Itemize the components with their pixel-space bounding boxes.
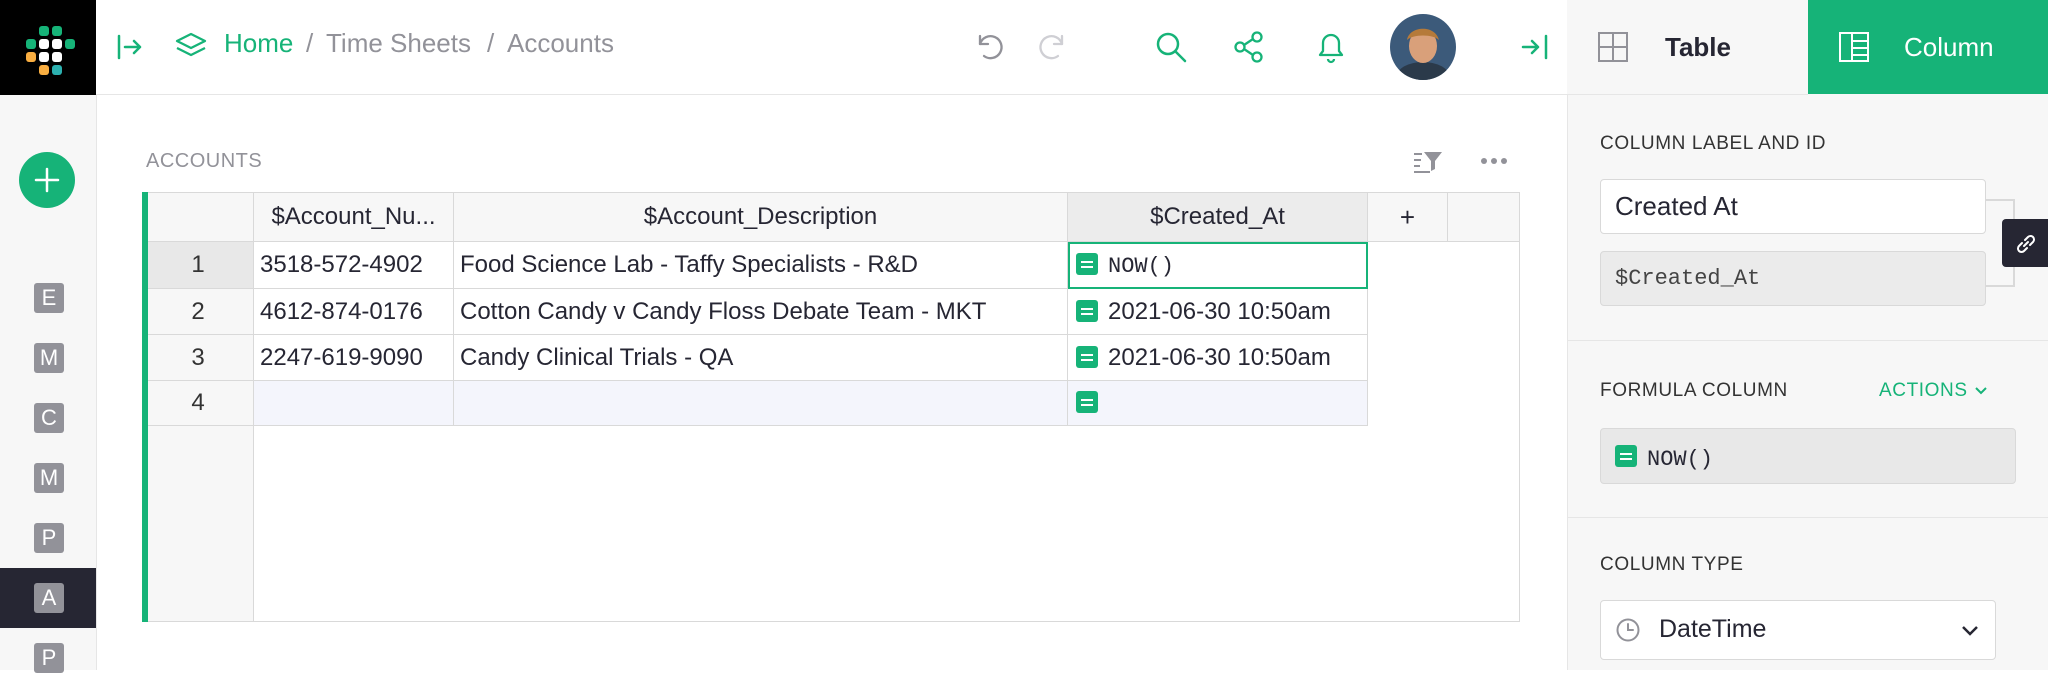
cell-new-created-at[interactable]	[1068, 381, 1368, 426]
formula-icon	[1076, 252, 1098, 275]
cell-new-account-number[interactable]	[254, 381, 454, 426]
formula-field-text: NOW()	[1647, 447, 1714, 472]
cell-new-account-description[interactable]	[454, 381, 1068, 426]
breadcrumb-separator-2: /	[487, 28, 495, 58]
column-type-section-title: COLUMN TYPE	[1600, 554, 1744, 575]
page-icon-p[interactable]: P	[34, 523, 64, 553]
table-icon	[1598, 32, 1628, 62]
actions-menu-button[interactable]: ACTIONS	[1879, 380, 1988, 402]
formula-icon	[1076, 345, 1098, 368]
row-number-new[interactable]: 4	[143, 381, 254, 426]
formula-icon	[1615, 445, 1637, 468]
column-icon	[1839, 32, 1869, 62]
cell-account-description[interactable]: Cotton Candy v Candy Floss Debate Team -…	[454, 289, 1068, 335]
header-filler	[1448, 193, 1519, 242]
column-header-account-number[interactable]: $Account_Nu...	[254, 193, 454, 242]
chevron-down-icon	[1962, 626, 1978, 636]
formula-column-section-title: FORMULA COLUMN	[1600, 380, 1788, 401]
section-title[interactable]: ACCOUNTS	[146, 150, 262, 173]
tab-column-label: Column	[1904, 32, 1994, 62]
plus-icon	[34, 167, 60, 193]
breadcrumb-separator: /	[306, 28, 314, 58]
panel-divider	[1567, 340, 2048, 341]
cell-account-number[interactable]: 3518-572-4902	[254, 242, 454, 289]
breadcrumb-page[interactable]: Accounts	[507, 28, 614, 59]
page-icon-e[interactable]: E	[34, 283, 64, 313]
add-new-button[interactable]	[19, 152, 75, 208]
notifications-bell-icon[interactable]	[1314, 29, 1348, 65]
breadcrumb-document[interactable]: Time Sheets	[326, 28, 471, 59]
cell-account-description[interactable]: Candy Clinical Trials - QA	[454, 335, 1068, 381]
tab-table-label: Table	[1665, 32, 1731, 62]
column-header-created-at[interactable]: $Created_At	[1068, 193, 1368, 242]
page-icon-m2[interactable]: M	[34, 463, 64, 493]
expand-left-panel-icon[interactable]	[116, 33, 144, 61]
row-number[interactable]: 2	[143, 289, 254, 335]
cell-created-at-editor[interactable]: NOW()	[1068, 242, 1368, 289]
column-label-input[interactable]: Created At	[1600, 179, 1986, 234]
cell-account-number[interactable]: 2247-619-9090	[254, 335, 454, 381]
row-number-header[interactable]	[143, 193, 254, 242]
cell-created-at-value: 2021-06-30 10:50am	[1108, 298, 1331, 325]
row-number-filler	[143, 426, 254, 621]
row-number[interactable]: 1	[143, 242, 254, 289]
redo-icon[interactable]	[1036, 30, 1070, 64]
search-icon[interactable]	[1154, 30, 1188, 64]
column-type-select[interactable]: DateTime	[1600, 600, 1996, 660]
page-icon-c[interactable]: C	[34, 403, 64, 433]
column-type-value: DateTime	[1659, 615, 1767, 643]
grist-logo-icon	[26, 26, 75, 75]
data-grid: $Account_Nu... $Account_Description $Cre…	[142, 192, 1520, 622]
active-section-indicator	[142, 192, 148, 622]
page-icon-p2[interactable]: P	[34, 643, 64, 673]
more-options-icon[interactable]	[1480, 156, 1508, 166]
panel-divider-2	[1567, 517, 2048, 518]
actions-label: ACTIONS	[1879, 380, 1968, 401]
app-logo[interactable]	[0, 0, 96, 95]
column-label-section-title: COLUMN LABEL AND ID	[1600, 133, 1827, 154]
formula-editor-text[interactable]: NOW()	[1108, 254, 1174, 279]
formula-field[interactable]: NOW()	[1600, 428, 2016, 484]
add-column-button[interactable]: +	[1368, 193, 1448, 242]
home-workspace-icon	[175, 32, 207, 57]
cell-account-description[interactable]: Food Science Lab - Taffy Specialists - R…	[454, 242, 1068, 289]
link-label-id-button[interactable]	[2002, 219, 2048, 267]
page-icon-m[interactable]: M	[34, 343, 64, 373]
collapse-right-panel-icon[interactable]	[1520, 33, 1550, 61]
row-number[interactable]: 3	[143, 335, 254, 381]
user-avatar[interactable]	[1390, 14, 1456, 80]
formula-icon	[1076, 299, 1098, 322]
undo-icon[interactable]	[972, 30, 1006, 64]
tab-table[interactable]: Table	[1567, 0, 1808, 95]
page-icon-accounts[interactable]: A	[34, 583, 64, 613]
formula-icon	[1076, 390, 1098, 413]
chevron-down-icon	[1974, 387, 1987, 395]
cell-created-at[interactable]: 2021-06-30 10:50am	[1068, 335, 1368, 381]
cell-created-at-value: 2021-06-30 10:50am	[1108, 344, 1331, 371]
share-icon[interactable]	[1232, 30, 1266, 64]
sort-filter-icon[interactable]	[1412, 148, 1444, 176]
cell-account-number[interactable]: 4612-874-0176	[254, 289, 454, 335]
cell-created-at[interactable]: 2021-06-30 10:50am	[1068, 289, 1368, 335]
breadcrumb-home[interactable]: Home	[224, 28, 293, 59]
clock-icon	[1616, 618, 1640, 642]
column-id-input[interactable]: $Created_At	[1600, 251, 1986, 306]
column-header-account-description[interactable]: $Account_Description	[454, 193, 1068, 242]
tab-column[interactable]: Column	[1808, 0, 2048, 94]
link-icon	[2016, 234, 2036, 254]
